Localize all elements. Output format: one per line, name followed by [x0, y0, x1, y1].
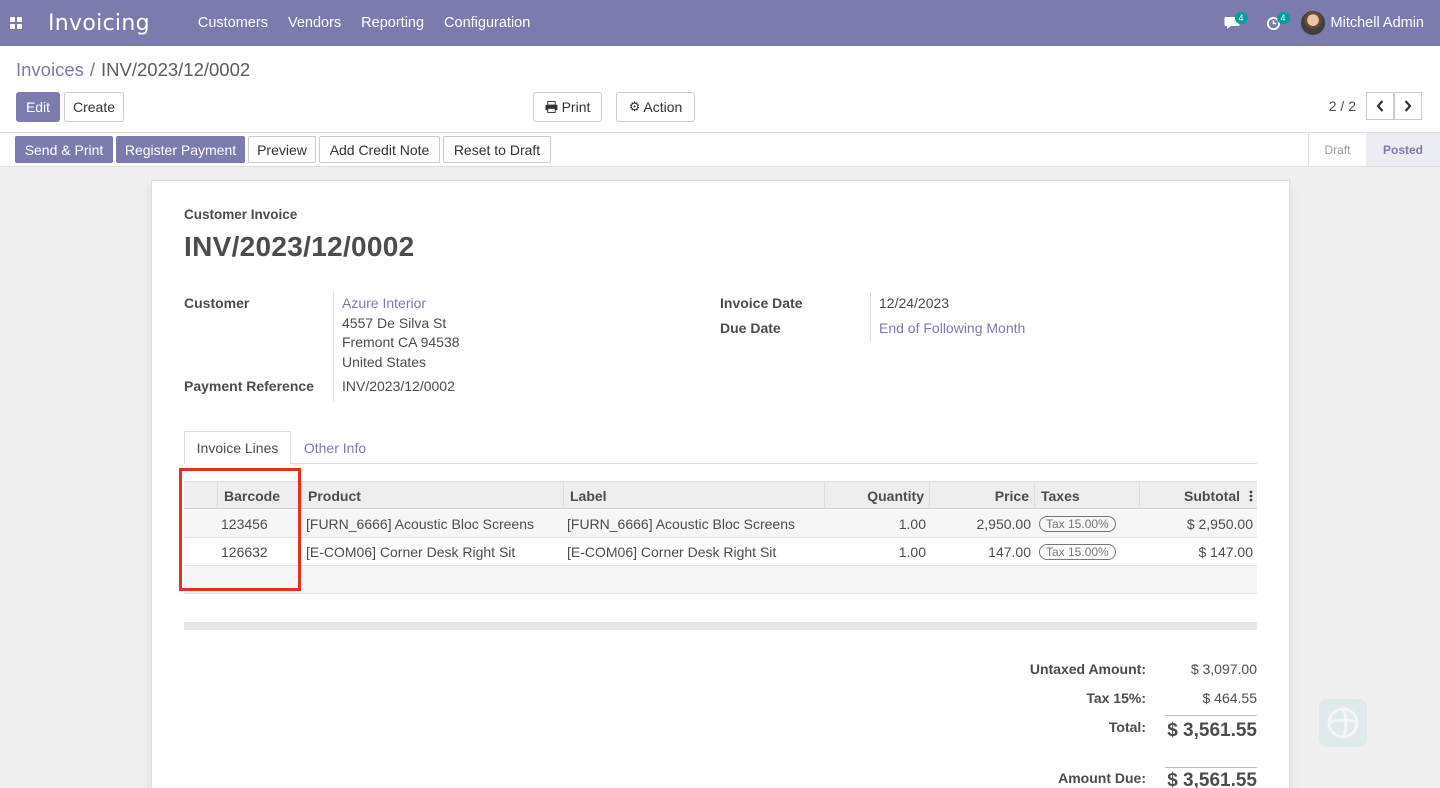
due-date-label: Due Date [720, 320, 781, 336]
untaxed-amount-value: $ 3,097.00 [1190, 661, 1257, 677]
print-button[interactable]: Print [533, 92, 602, 122]
breadcrumb: Invoices / INV/2023/12/0002 [16, 59, 250, 81]
tax-tag: Tax 15.00% [1039, 544, 1116, 560]
column-barcode[interactable]: Barcode [217, 482, 302, 509]
tax-label: Tax 15%: [1086, 690, 1146, 706]
register-payment-button[interactable]: Register Payment [116, 136, 245, 163]
invoice-number: INV/2023/12/0002 [184, 231, 415, 262]
document-type: Customer Invoice [184, 207, 298, 222]
action-label: Action [643, 99, 683, 115]
table-header: Barcode Product Label Quantity Price Tax… [184, 481, 1257, 509]
pager-next-button[interactable] [1394, 92, 1422, 120]
invoice-date-value: 12/24/2023 [879, 295, 950, 311]
user-menu[interactable]: Mitchell Admin [1331, 15, 1424, 31]
total-value: $ 3,561.55 [1167, 720, 1257, 741]
cell-subtotal: $ 2,950.00 [1186, 516, 1253, 532]
table-row[interactable]: 123456 [FURN_6666] Acoustic Bloc Screens… [184, 510, 1257, 538]
avatar[interactable] [1300, 11, 1325, 35]
cell-barcode: 126632 [221, 544, 268, 560]
table-row[interactable]: 126632 [E-COM06] Corner Desk Right Sit [… [184, 538, 1257, 566]
customer-name-link[interactable]: Azure Interior [342, 295, 426, 311]
customer-label: Customer [184, 295, 250, 311]
edit-button[interactable]: Edit [16, 92, 60, 122]
table-footer-bar [184, 622, 1257, 630]
chevron-right-icon [1404, 100, 1412, 112]
preview-button[interactable]: Preview [248, 136, 316, 163]
handle-column-header [184, 482, 218, 509]
customer-address-line3: United States [342, 354, 427, 370]
column-label[interactable]: Label [563, 482, 825, 509]
pager-value[interactable]: 2 / 2 [1329, 98, 1356, 114]
column-price[interactable]: Price [929, 482, 1035, 509]
cell-price: 2,950.00 [976, 516, 1032, 532]
column-taxes[interactable]: Taxes [1034, 482, 1140, 509]
notebook-tabs: Invoice Lines Other Info [184, 431, 1257, 465]
payment-reference-value: INV/2023/12/0002 [342, 378, 455, 394]
table-row-empty [184, 566, 1257, 594]
cell-product: [FURN_6666] Acoustic Bloc Screens [306, 516, 534, 532]
untaxed-amount-label: Untaxed Amount: [1029, 661, 1146, 677]
status-step-draft[interactable]: Draft [1308, 133, 1366, 166]
create-button[interactable]: Create [64, 92, 124, 122]
customer-address-line2: Fremont CA 94538 [342, 334, 460, 350]
top-navbar: Invoicing Customers Vendors Reporting Co… [0, 0, 1440, 46]
cell-label: [FURN_6666] Acoustic Bloc Screens [567, 516, 795, 532]
messages-button[interactable]: 4 [1217, 0, 1248, 46]
cell-quantity: 1.00 [898, 516, 926, 532]
customer-address-line1: 4557 De Silva St [342, 315, 447, 331]
column-product[interactable]: Product [301, 482, 564, 509]
tab-other-info[interactable]: Other Info [291, 431, 379, 465]
cell-taxes: Tax 15.00% [1035, 538, 1140, 566]
activities-badge: 4 [1276, 12, 1290, 24]
amount-due-divider [1165, 767, 1257, 768]
status-steps: Draft Posted [1308, 133, 1440, 166]
action-button[interactable]: ⚙ Action [616, 92, 695, 122]
amount-due-value: $ 3,561.55 [1167, 770, 1257, 788]
status-step-posted: Posted [1366, 133, 1440, 166]
cell-label: [E-COM06] Corner Desk Right Sit [567, 544, 777, 560]
column-subtotal[interactable]: Subtotal [1139, 482, 1246, 509]
activities-button[interactable]: 4 [1259, 0, 1290, 46]
field-divider [333, 292, 334, 402]
field-divider-right [870, 292, 871, 342]
due-date-value[interactable]: End of Following Month [879, 320, 1025, 336]
column-quantity[interactable]: Quantity [824, 482, 930, 509]
tab-invoice-lines[interactable]: Invoice Lines [184, 431, 291, 465]
payment-reference-label: Payment Reference [184, 378, 314, 394]
menu-reporting[interactable]: Reporting [361, 15, 424, 31]
app-title[interactable]: Invoicing [48, 11, 150, 36]
cell-subtotal: $ 147.00 [1198, 544, 1254, 560]
print-icon [545, 101, 558, 113]
apps-grid-icon[interactable] [0, 0, 32, 46]
gear-icon: ⚙ [628, 99, 641, 114]
tax-tag: Tax 15.00% [1039, 516, 1116, 532]
send-print-button[interactable]: Send & Print [15, 136, 113, 163]
breadcrumb-separator: / [89, 59, 96, 80]
cell-taxes: Tax 15.00% [1035, 510, 1140, 538]
cell-quantity: 1.00 [898, 544, 926, 560]
menu-configuration[interactable]: Configuration [444, 15, 530, 31]
add-credit-note-button[interactable]: Add Credit Note [319, 136, 440, 163]
breadcrumb-current: INV/2023/12/0002 [101, 59, 251, 80]
assistant-widget-icon[interactable] [1318, 698, 1368, 748]
totals-divider [1165, 715, 1257, 716]
status-bar: Send & Print Register Payment Preview Ad… [0, 133, 1440, 167]
invoice-sheet: Customer Invoice INV/2023/12/0002 Custom… [151, 180, 1290, 788]
cell-barcode: 123456 [221, 516, 268, 532]
reset-to-draft-button[interactable]: Reset to Draft [443, 136, 551, 163]
chevron-left-icon [1376, 100, 1384, 112]
menu-vendors[interactable]: Vendors [288, 15, 341, 31]
pager-previous-button[interactable] [1366, 92, 1394, 120]
column-options-icon[interactable] [1245, 482, 1257, 509]
messages-badge: 4 [1234, 12, 1248, 24]
control-panel: Invoices / INV/2023/12/0002 Edit Create Pr… [0, 46, 1440, 133]
print-label: Print [561, 99, 591, 115]
tax-value: $ 464.55 [1202, 690, 1258, 706]
menu-customers[interactable]: Customers [198, 15, 268, 31]
invoice-date-label: Invoice Date [720, 295, 803, 311]
cell-price: 147.00 [988, 544, 1031, 560]
breadcrumb-invoices[interactable]: Invoices [16, 59, 84, 80]
cell-product: [E-COM06] Corner Desk Right Sit [306, 544, 516, 560]
